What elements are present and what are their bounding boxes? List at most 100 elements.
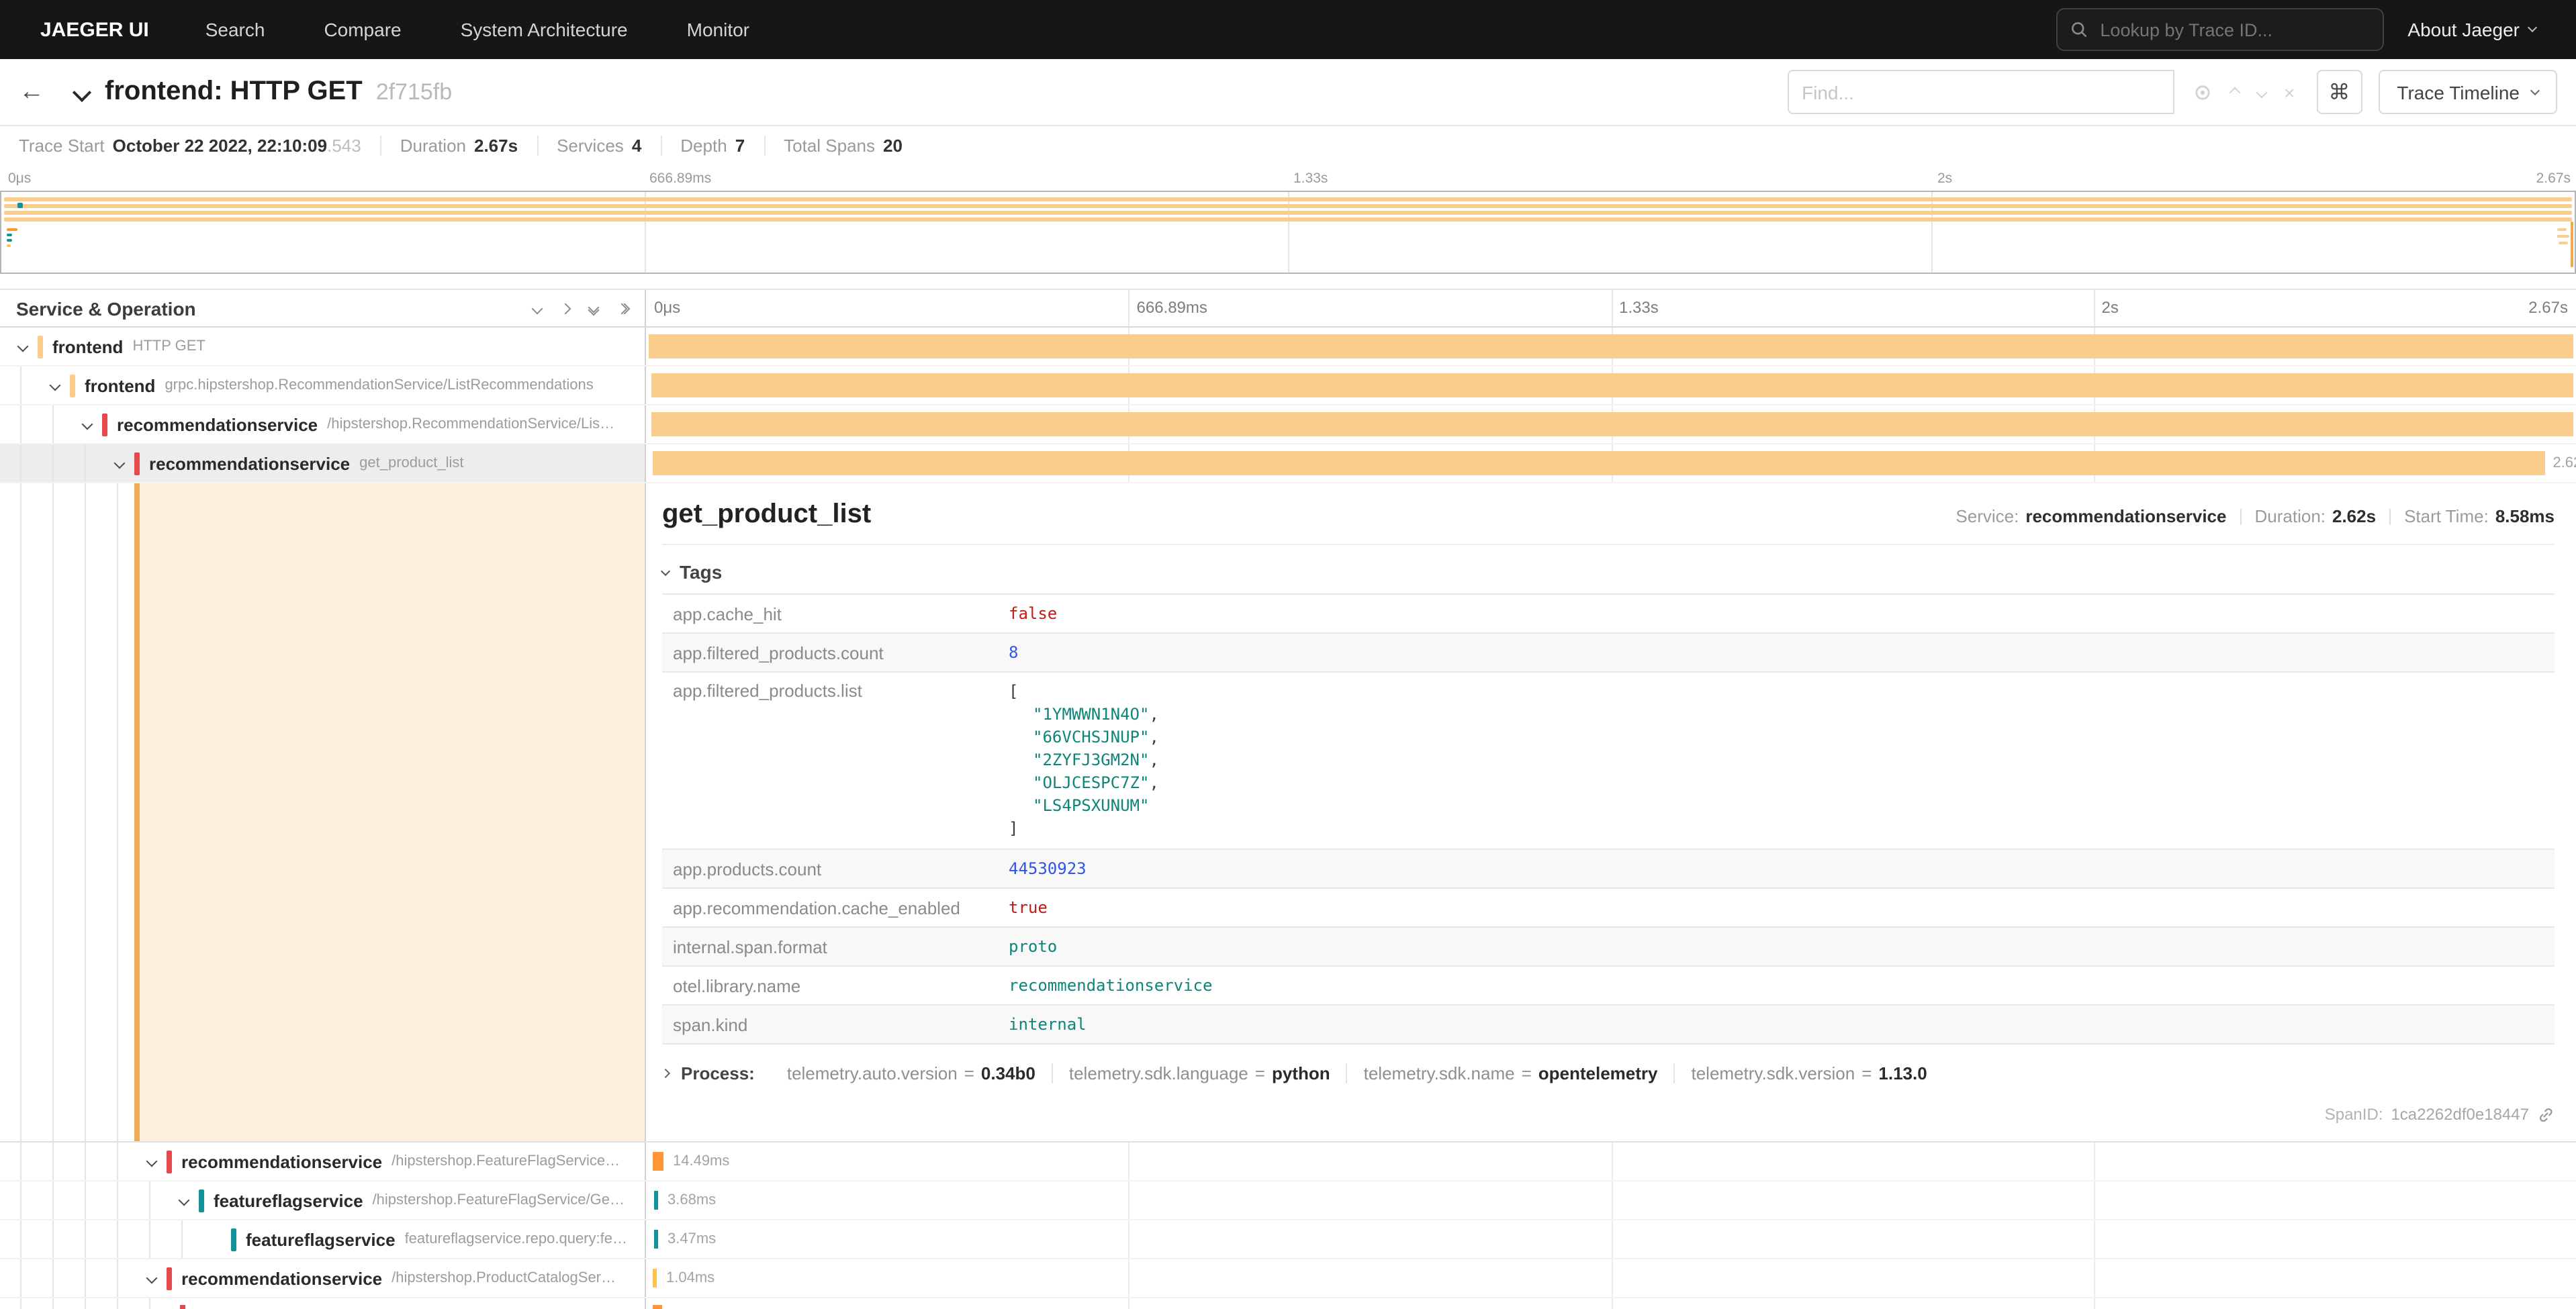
span-children-toggle[interactable]	[142, 1274, 161, 1282]
tag-value: internal	[998, 1007, 1097, 1042]
span-row: frontend HTTP GET	[0, 328, 2576, 367]
service-operation-header: Service & Operation	[16, 297, 196, 319]
column-separator	[2094, 290, 2095, 326]
column-separator	[1611, 290, 1612, 326]
trace-lookup-input[interactable]	[2056, 8, 2383, 51]
span-row-timeline[interactable]: 3.68ms	[646, 1181, 2576, 1219]
span-row-label[interactable]: recommendationservice /hipstershop.Featu…	[0, 1143, 646, 1180]
span-row-timeline[interactable]: 3.47ms	[646, 1220, 2576, 1258]
nav-item-compare[interactable]: Compare	[294, 19, 430, 40]
trace-view-selector[interactable]: Trace Timeline	[2378, 70, 2557, 114]
span-row-label[interactable]: recommendationservice /hipstershop.Produ…	[0, 1259, 646, 1297]
collapse-all-icon[interactable]	[590, 303, 598, 313]
span-row-label[interactable]: frontend HTTP GET	[0, 328, 646, 365]
span-children-toggle[interactable]	[46, 381, 64, 389]
timeline-tick: 2s	[2102, 298, 2119, 317]
span-children-toggle[interactable]	[78, 420, 97, 428]
minimap-span-mark	[7, 239, 12, 242]
timeline-tick: 1.33s	[1619, 298, 1659, 317]
focus-result-icon[interactable]	[2193, 83, 2211, 101]
process-toggle[interactable]	[662, 1070, 669, 1077]
trace-collapse-chevron[interactable]	[75, 85, 89, 99]
nav-item-monitor[interactable]: Monitor	[657, 19, 779, 40]
tag-key: app.filtered_products.list	[662, 673, 998, 709]
span-duration-label: 14.49ms	[673, 1153, 729, 1169]
service-color-strip	[38, 335, 43, 358]
minimap-tick: 2.67s	[2536, 171, 2571, 187]
timeline-tick: 2.67s	[2528, 298, 2568, 317]
minimap-span-mark	[7, 244, 11, 247]
span-row-label[interactable]: featureflagservice featureflagservice.re…	[0, 1220, 646, 1258]
trace-header-toolbar: × ⌘ Trace Timeline	[1787, 70, 2557, 114]
selected-span-highlight[interactable]	[140, 483, 645, 1141]
span-children-toggle[interactable]	[142, 1157, 161, 1165]
span-operation-name: /hipstershop.ProductCatalogSer…	[392, 1270, 616, 1286]
nav-item-system-architecture[interactable]: System Architecture	[431, 19, 657, 40]
span-row: recommendationservice /hipstershop.Recom…	[0, 405, 2576, 444]
span-bar[interactable]	[652, 412, 2573, 436]
chevron-down-icon	[2530, 86, 2540, 95]
span-row-timeline[interactable]	[646, 405, 2576, 443]
keyboard-shortcuts-button[interactable]: ⌘	[2316, 70, 2362, 114]
minimap-range-handle[interactable]	[2571, 222, 2573, 267]
span-row-timeline[interactable]: 1.04ms	[646, 1259, 2576, 1297]
span-bar[interactable]	[654, 1230, 658, 1249]
deep-link-icon[interactable]	[2537, 1106, 2555, 1123]
tag-value: true	[998, 890, 1058, 925]
span-row-label[interactable]: recommendationservice get_product_list	[0, 444, 646, 482]
minimap-canvas[interactable]	[0, 191, 2576, 274]
span-duration-label: 1.04ms	[666, 1270, 715, 1286]
span-service-name: frontend	[85, 375, 155, 395]
process-section: Process: telemetry.auto.version=0.34b0 t…	[662, 1063, 2555, 1083]
span-bar[interactable]	[649, 334, 2573, 358]
tag-key: app.cache_hit	[662, 595, 998, 632]
span-bar[interactable]	[651, 373, 2573, 397]
clear-find-icon[interactable]: ×	[2284, 81, 2295, 103]
span-children-toggle[interactable]	[110, 459, 129, 467]
expand-all-icon[interactable]	[618, 304, 629, 312]
span-service-name: recommendationservice	[181, 1151, 382, 1171]
depth-stat: Depth 7	[661, 135, 765, 155]
span-row-label[interactable]: frontend grpc.hipstershop.Recommendation…	[0, 367, 646, 404]
minimap-tick: 1.33s	[1293, 171, 1328, 187]
span-row: recommendationservice /hipstershop.Featu…	[0, 1143, 2576, 1181]
span-row-timeline[interactable]: 14.49ms	[646, 1143, 2576, 1180]
span-operation-name: featureflagservice.repo.query:fe…	[405, 1231, 627, 1247]
span-row-timeline[interactable]: 2.62s	[646, 444, 2576, 482]
prev-result-icon[interactable]	[2230, 88, 2238, 96]
trace-start-value: October 22 2022, 22:10:09.543	[113, 135, 361, 155]
span-bar[interactable]	[653, 1152, 663, 1171]
span-row-label[interactable]: recommendationservice /hipstershop.Recom…	[0, 405, 646, 443]
nav-item-search[interactable]: Search	[176, 19, 295, 40]
span-row-timeline[interactable]	[646, 328, 2576, 365]
service-color-strip	[102, 413, 107, 436]
span-bar[interactable]	[653, 1269, 657, 1288]
tags-section-toggle[interactable]: Tags	[662, 561, 2555, 583]
find-input[interactable]	[1787, 70, 2174, 114]
span-bar[interactable]	[654, 1191, 658, 1210]
back-button[interactable]: ←	[19, 77, 56, 107]
span-row-label[interactable]: featureflagservice /hipstershop.FeatureF…	[0, 1181, 646, 1219]
span-detail-block: get_product_list Service:recommendations…	[0, 483, 2576, 1143]
span-row-timeline[interactable]	[646, 367, 2576, 404]
span-bar[interactable]	[652, 451, 2545, 475]
span-duration-label: 2.62s	[2552, 455, 2576, 471]
span-children-toggle[interactable]	[13, 342, 32, 350]
span-detail-meta: Service:recommendationservice Duration:2…	[1956, 506, 2555, 526]
span-children-toggle[interactable]	[175, 1196, 193, 1204]
tags-section-title: Tags	[680, 561, 722, 583]
next-result-icon[interactable]	[2257, 88, 2265, 96]
collapse-one-icon[interactable]	[533, 304, 541, 312]
chevron-down-icon	[73, 83, 91, 101]
minimap-tick: 0μs	[8, 171, 31, 187]
trace-start-label: Trace Start	[19, 135, 105, 155]
about-jaeger-menu[interactable]: About Jaeger	[2407, 19, 2536, 40]
timeline-header-left: Service & Operation	[0, 290, 646, 326]
trace-start-stat: Trace Start October 22 2022, 22:10:09.54…	[19, 135, 381, 155]
tag-value: false	[998, 596, 1068, 631]
duration-stat: Duration 2.67s	[381, 135, 538, 155]
span-detail-panel: get_product_list Service:recommendations…	[646, 483, 2576, 1141]
expand-one-icon[interactable]	[561, 304, 569, 312]
chevron-down-icon	[661, 566, 670, 575]
brand-link[interactable]: JAEGER UI	[0, 18, 176, 41]
